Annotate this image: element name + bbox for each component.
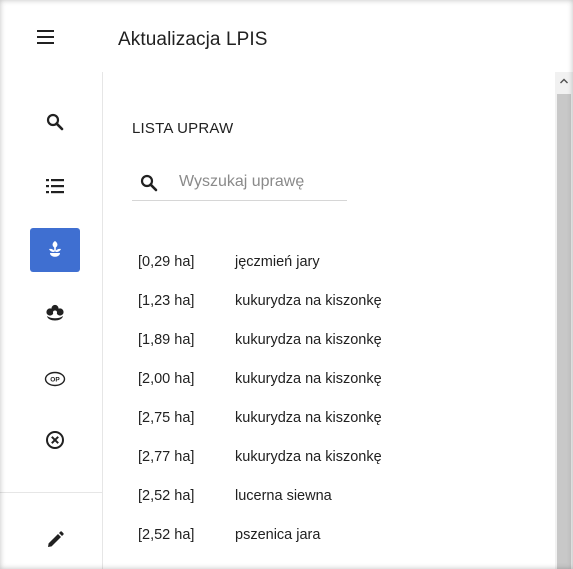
scroll-up-button[interactable]: [555, 72, 573, 90]
pencil-icon: [48, 531, 64, 547]
crop-name: kukurydza na kiszonkę: [235, 410, 382, 426]
list-item[interactable]: [1,89 ha] kukurydza na kiszonkę: [103, 326, 533, 356]
app-header: Aktualizacja LPIS: [0, 0, 573, 72]
search-box: [132, 168, 347, 201]
list-item[interactable]: [0,29 ha] jęczmień jary: [103, 248, 533, 278]
crop-area: [2,00 ha]: [138, 371, 195, 387]
sidebar-item-cancel[interactable]: [30, 418, 80, 462]
crop-area: [2,52 ha]: [138, 527, 195, 543]
list-item[interactable]: [2,00 ha] kukurydza na kiszonkę: [103, 365, 533, 395]
crop-name: kukurydza na kiszonkę: [235, 371, 382, 387]
section-title: LISTA UPRAW: [132, 120, 234, 137]
crop-name: lucerna siewna: [235, 488, 332, 504]
svg-text:OP: OP: [50, 376, 60, 383]
scrollbar-thumb[interactable]: [557, 94, 571, 569]
search-icon: [140, 174, 158, 197]
sidebar-item-search[interactable]: [30, 100, 80, 144]
crop-area: [2,77 ha]: [138, 449, 195, 465]
hamburger-menu-icon[interactable]: [34, 28, 58, 46]
crop-area: [2,52 ha]: [138, 488, 195, 504]
sidebar-item-edit[interactable]: [30, 518, 80, 562]
sidebar: OP: [0, 72, 103, 569]
crop-area: [2,75 ha]: [138, 410, 195, 426]
crop-name: kukurydza na kiszonkę: [235, 332, 382, 348]
sidebar-item-crops[interactable]: [30, 228, 80, 272]
app-title: Aktualizacja LPIS: [118, 29, 268, 50]
sidebar-item-list[interactable]: [30, 164, 80, 208]
chevron-up-icon: [560, 78, 568, 84]
list-item[interactable]: [2,52 ha] lucerna siewna: [103, 482, 533, 512]
list-item[interactable]: [2,75 ha] kukurydza na kiszonkę: [103, 404, 533, 434]
crop-area: [1,23 ha]: [138, 293, 195, 309]
sidebar-divider: [0, 492, 102, 493]
crop-name: pszenica jara: [235, 527, 321, 543]
cancel-circle-icon: [46, 431, 64, 449]
sidebar-item-op[interactable]: OP: [30, 357, 80, 401]
sprout-icon: [49, 241, 61, 257]
crop-area: [0,29 ha]: [138, 254, 195, 270]
list-item[interactable]: [1,23 ha] kukurydza na kiszonkę: [103, 287, 533, 317]
search-icon: [46, 113, 64, 131]
crop-name: kukurydza na kiszonkę: [235, 293, 382, 309]
op-badge-icon: OP: [44, 371, 66, 387]
list-item[interactable]: [2,77 ha] kukurydza na kiszonkę: [103, 443, 533, 473]
list-icon: [46, 179, 64, 194]
main-content: LISTA UPRAW [0,29 ha] jęczmień jary [1,2…: [103, 72, 555, 569]
flower-icon: [46, 304, 64, 321]
crop-name: jęczmień jary: [235, 254, 320, 270]
list-item[interactable]: [2,52 ha] pszenica jara: [103, 521, 533, 551]
crop-area: [1,89 ha]: [138, 332, 195, 348]
sidebar-item-flower[interactable]: [30, 292, 80, 336]
crop-name: kukurydza na kiszonkę: [235, 449, 382, 465]
search-input[interactable]: [179, 170, 344, 194]
scrollbar[interactable]: [555, 72, 573, 569]
